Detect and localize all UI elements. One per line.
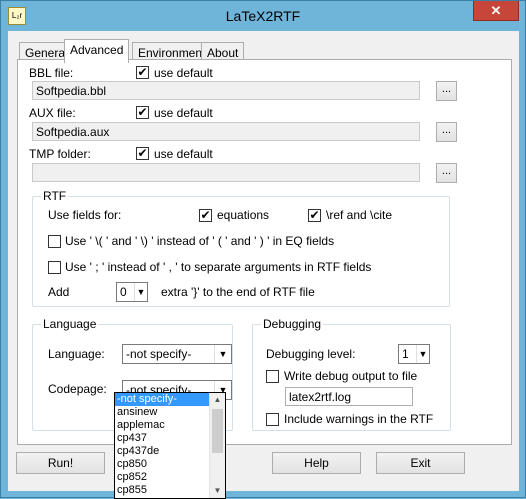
add-label: Add <box>48 285 70 299</box>
language-label: Language: <box>48 347 105 361</box>
debugging-group: Debugging Debugging level: 1 ▼ Write deb… <box>252 317 451 431</box>
bbl-file-field[interactable]: Softpedia.bbl <box>32 81 420 100</box>
title-bar: L₂r LaTeX2RTF ✕ <box>1 1 525 31</box>
client-area: General Advanced Environment About BBL f… <box>8 31 519 491</box>
bbl-use-default-label: use default <box>154 66 213 80</box>
rtf-group-title: RTF <box>41 189 69 203</box>
semicolon-label: Use ' ; ' instead of ' , ' to separate a… <box>65 260 372 274</box>
debugging-group-title: Debugging <box>261 317 324 331</box>
debug-level-label: Debugging level: <box>266 347 356 361</box>
scroll-up-icon[interactable]: ▲ <box>210 393 225 407</box>
language-group-title: Language <box>41 317 99 331</box>
extra-braces-label: extra '}' to the end of RTF file <box>161 285 315 299</box>
bbl-file-label: BBL file: <box>29 66 74 80</box>
codepage-label: Codepage: <box>48 382 107 396</box>
aux-use-default-checkbox[interactable]: ✔ <box>136 106 149 119</box>
equations-label: equations <box>217 208 270 222</box>
tmp-folder-label: TMP folder: <box>29 147 91 161</box>
language-select[interactable]: -not specify- ▼ <box>122 344 232 364</box>
scroll-down-icon[interactable]: ▼ <box>210 484 225 498</box>
chevron-down-icon: ▼ <box>134 283 147 301</box>
tmp-browse-button[interactable]: ... <box>436 163 457 183</box>
aux-browse-button[interactable]: ... <box>436 122 457 142</box>
dropdown-scrollbar[interactable]: ▲ ▼ <box>209 393 225 498</box>
include-warnings-label: Include warnings in the RTF <box>284 412 434 426</box>
tmp-use-default-label: use default <box>154 147 213 161</box>
debug-level-select[interactable]: 1 ▼ <box>398 344 430 364</box>
window-title: LaTeX2RTF <box>225 8 301 24</box>
equations-checkbox[interactable]: ✔ <box>199 209 212 222</box>
chevron-down-icon: ▼ <box>214 345 231 363</box>
aux-file-field[interactable]: Softpedia.aux <box>32 122 420 141</box>
run-button[interactable]: Run! <box>16 452 105 474</box>
advanced-panel: BBL file: ✔ use default Softpedia.bbl ..… <box>17 59 512 445</box>
bbl-browse-button[interactable]: ... <box>436 81 457 101</box>
write-debug-checkbox[interactable] <box>266 370 279 383</box>
close-button[interactable]: ✕ <box>473 1 519 21</box>
codepage-dropdown-list[interactable]: -not specify- ansinew applemac cp437 cp4… <box>114 392 226 499</box>
include-warnings-checkbox[interactable] <box>266 413 279 426</box>
eq-delims-label: Use ' \( ' and ' \) ' instead of ' ( ' a… <box>65 234 335 248</box>
aux-file-label: AUX file: <box>29 106 76 120</box>
ref-cite-label: \ref and \cite <box>326 208 393 222</box>
bbl-use-default-checkbox[interactable]: ✔ <box>136 66 149 79</box>
debug-output-file-field[interactable]: latex2rtf.log <box>285 387 413 406</box>
ref-cite-checkbox[interactable]: ✔ <box>308 209 321 222</box>
write-debug-label: Write debug output to file <box>284 369 418 383</box>
extra-braces-value: 0 <box>120 285 127 299</box>
tmp-use-default-checkbox[interactable]: ✔ <box>136 147 149 160</box>
tmp-folder-field[interactable] <box>32 163 420 182</box>
chevron-down-icon: ▼ <box>416 345 429 363</box>
app-window: L₂r LaTeX2RTF ✕ General Advanced Environ… <box>0 0 526 499</box>
help-button[interactable]: Help <box>272 452 361 474</box>
tab-advanced[interactable]: Advanced <box>64 39 130 63</box>
rtf-group: RTF Use fields for: ✔ equations ✔ \ref a… <box>32 189 450 307</box>
extra-braces-select[interactable]: 0 ▼ <box>116 282 148 302</box>
semicolon-checkbox[interactable] <box>48 261 61 274</box>
exit-button[interactable]: Exit <box>376 452 465 474</box>
debug-level-value: 1 <box>402 347 409 361</box>
eq-delims-checkbox[interactable] <box>48 235 61 248</box>
aux-use-default-label: use default <box>154 106 213 120</box>
use-fields-label: Use fields for: <box>48 208 122 222</box>
language-value: -not specify- <box>126 347 192 361</box>
scrollbar-thumb[interactable] <box>212 409 223 453</box>
